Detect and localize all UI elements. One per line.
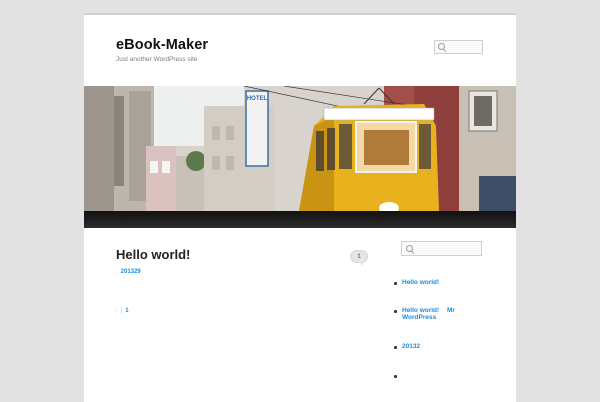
comment-count-badge[interactable]: 1: [350, 250, 368, 266]
footer-pipe: |: [120, 308, 123, 314]
post-date-link[interactable]: 201329: [121, 269, 141, 275]
sidebar-link[interactable]: Hello world!: [402, 307, 439, 314]
post-footer-meta: : | 1: [116, 308, 129, 314]
list-item: Hello world! Mr WordPress: [394, 307, 455, 321]
site-description: Just another WordPress site: [116, 56, 198, 63]
list-item: 20132: [394, 343, 455, 350]
site-title[interactable]: eBook-Maker: [116, 37, 208, 53]
post-footer-link[interactable]: 1: [125, 308, 128, 314]
search-icon: [406, 245, 413, 252]
sidebar-link[interactable]: Hello world!: [402, 279, 439, 286]
page-container: eBook-Maker Just another WordPress site: [84, 13, 516, 402]
search-icon: [438, 43, 445, 50]
list-item: Hello world!: [394, 279, 455, 286]
footer-separator: :: [116, 308, 118, 314]
post-title[interactable]: Hello world!: [116, 247, 190, 262]
sidebar-list: Hello world! Hello world! Mr WordPress 2…: [394, 279, 455, 380]
sidebar-link[interactable]: Mr: [447, 307, 455, 314]
meta-separator: :: [116, 269, 118, 275]
sidebar-link[interactable]: WordPress: [402, 314, 436, 321]
list-item: [394, 372, 455, 380]
tram-photo: HOTEL: [84, 86, 516, 211]
header-image[interactable]: HOTEL: [84, 86, 516, 211]
post-meta: :201329: [116, 269, 141, 275]
sidebar-link[interactable]: 20132: [402, 343, 420, 350]
sidebar-search-input[interactable]: [401, 241, 482, 256]
hotel-sign-text: HOTEL: [247, 96, 268, 102]
header-search-input[interactable]: [434, 40, 483, 54]
header-image-bar: [84, 211, 516, 228]
